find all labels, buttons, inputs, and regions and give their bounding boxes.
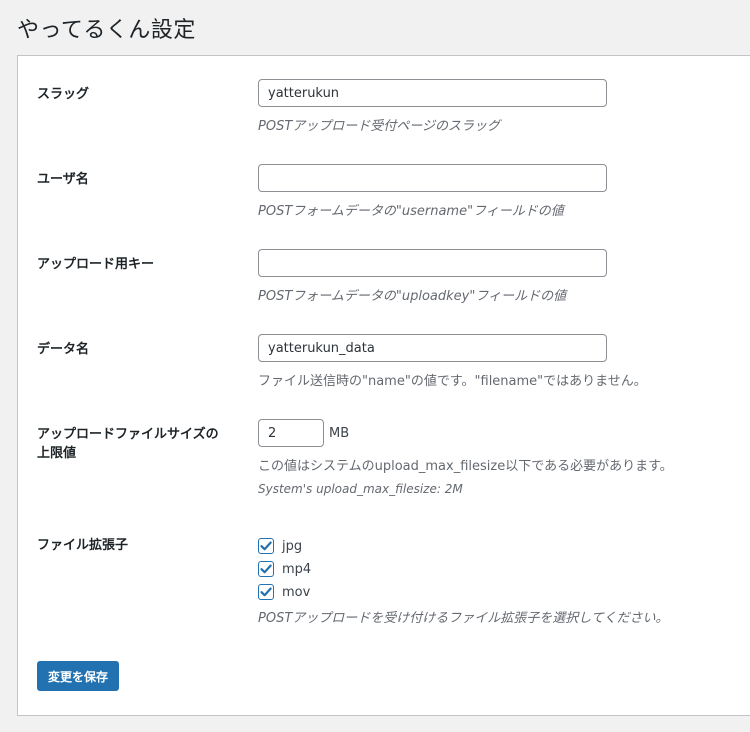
- upload-key-input[interactable]: [258, 249, 607, 277]
- max-size-description: この値はシステムのupload_max_filesize以下である必要があります…: [258, 459, 673, 474]
- max-size-unit: MB: [329, 426, 350, 441]
- max-size-input[interactable]: [258, 419, 324, 447]
- max-size-label-line2: 上限値: [37, 446, 77, 461]
- max-size-note: System's upload_max_filesize: 2M: [258, 482, 463, 496]
- jpg-checkbox[interactable]: [258, 538, 274, 554]
- extensions-description: POSTアップロードを受け付けるファイル拡張子を選択してください。: [258, 611, 669, 626]
- checkmark-icon: [260, 587, 272, 597]
- username-description: POSTフォームデータの"username"フィールドの値: [258, 204, 564, 219]
- settings-form: スラッグ POSTアップロード受付ページのスラッグ ユーザ名 POSTフォームデ…: [17, 55, 750, 716]
- page-title: やってるくん設定: [17, 18, 196, 43]
- mp4-checkbox[interactable]: [258, 561, 274, 577]
- data-name-label: データ名: [37, 342, 90, 357]
- slug-description: POSTアップロード受付ページのスラッグ: [258, 119, 501, 134]
- upload-key-description: POSTフォームデータの"uploadkey"フィールドの値: [258, 289, 567, 304]
- max-size-label: アップロードファイルサイズの 上限値: [37, 425, 247, 463]
- slug-label: スラッグ: [37, 87, 90, 102]
- jpg-checkbox-label: jpg: [282, 538, 303, 554]
- checkmark-icon: [260, 564, 272, 574]
- data-name-description: ファイル送信時の"name"の値です。"filename"ではありません。: [258, 370, 647, 389]
- mov-checkbox-label: mov: [282, 584, 311, 600]
- extension-option-mov[interactable]: mov: [258, 583, 310, 601]
- extension-option-jpg[interactable]: jpg: [258, 537, 302, 555]
- data-name-description-text: ファイル送信時の"name"の値です。"filename"ではありません。: [258, 374, 647, 389]
- upload-key-label: アップロード用キー: [37, 257, 155, 272]
- username-input[interactable]: [258, 164, 607, 192]
- max-size-label-line1: アップロードファイルサイズの: [37, 427, 219, 442]
- checkmark-icon: [260, 541, 272, 551]
- mp4-checkbox-label: mp4: [282, 561, 312, 577]
- mov-checkbox[interactable]: [258, 584, 274, 600]
- extensions-label: ファイル拡張子: [37, 538, 129, 553]
- username-label: ユーザ名: [37, 172, 89, 187]
- extension-option-mp4[interactable]: mp4: [258, 560, 311, 578]
- save-button[interactable]: 変更を保存: [37, 661, 120, 691]
- data-name-input[interactable]: [258, 334, 607, 362]
- slug-input[interactable]: [258, 79, 607, 107]
